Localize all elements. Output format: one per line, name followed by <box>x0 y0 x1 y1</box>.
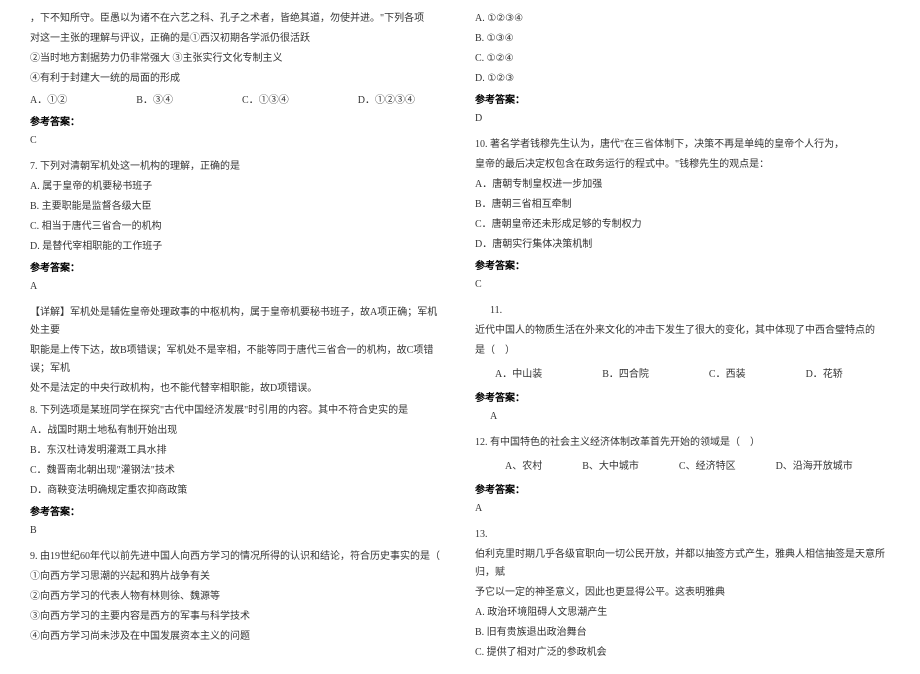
q8-answer: B <box>30 522 445 540</box>
q10-option-b: B．唐朝三省相互牵制 <box>475 196 890 214</box>
q8-option-a: A．战国时期土地私有制开始出现 <box>30 422 445 440</box>
q9-choice-c: C. ①②④ <box>475 50 890 68</box>
q8-question: 8. 下列选项是某班同学在探究"古代中国经济发展"时引用的内容。其中不符合史实的… <box>30 402 445 420</box>
q7-option-b: B. 主要职能是监督各级大臣 <box>30 198 445 216</box>
q12-question: 12. 有中国特色的社会主义经济体制改革首先开始的领域是（ ） <box>475 434 890 452</box>
q7-option-a: A. 属于皇帝的机要秘书班子 <box>30 178 445 196</box>
q7-option-c: C. 相当于唐代三省合一的机构 <box>30 218 445 236</box>
q10-question-1: 10. 著名学者钱穆先生认为，唐代"在三省体制下，决策不再是单纯的皇帝个人行为， <box>475 136 890 154</box>
q9-answer-label: 参考答案： <box>475 92 890 110</box>
q11-answer: A <box>475 408 890 426</box>
q8-option-b: B．东汉杜诗发明灌溉工具水排 <box>30 442 445 460</box>
q6-choice-c: C．①③④ <box>242 92 289 110</box>
q11-question-1: 近代中国人的物质生活在外来文化的冲击下发生了很大的变化，其中体现了中西合璧特点的 <box>475 322 890 340</box>
q7-answer-label: 参考答案： <box>30 260 445 278</box>
q6-choice-a: A．①② <box>30 92 67 110</box>
q7-option-d: D. 是替代宰相职能的工作班子 <box>30 238 445 256</box>
q9-option-2: ②向西方学习的代表人物有林则徐、魏源等 <box>30 588 445 606</box>
q12-answer-label: 参考答案： <box>475 482 890 500</box>
q8-answer-label: 参考答案： <box>30 504 445 522</box>
q9-option-3: ③向西方学习的主要内容是西方的军事与科学技术 <box>30 608 445 626</box>
q12-answer: A <box>475 500 890 518</box>
q9-answer: D <box>475 110 890 128</box>
q9-choice-b: B. ①③④ <box>475 30 890 48</box>
q13-question-2: 予它以一定的神圣意义，因此也更显得公平。这表明雅典 <box>475 584 890 602</box>
left-column: ，下不知所守。臣愚以为诸不在六艺之科、孔子之术者，皆绝其道，勿使并进。"下列各项… <box>30 10 445 664</box>
q6-text-2: 对这一主张的理解与评议，正确的是①西汉初期各学派仍很活跃 <box>30 30 445 48</box>
q6-answer-label: 参考答案： <box>30 114 445 132</box>
q6-choice-d: D．①②③④ <box>358 92 415 110</box>
q8-option-c: C．魏晋南北朝出现"灌钢法"技术 <box>30 462 445 480</box>
q12-choice-d: D、沿海开放城市 <box>776 458 853 476</box>
q6-option-4: ④有利于封建大一统的局面的形成 <box>30 70 445 88</box>
q7-answer: A <box>30 278 445 296</box>
q9-option-4: ④向西方学习尚未涉及在中国发展资本主义的问题 <box>30 628 445 646</box>
q12-choices: A、农村 B、大中城市 C、经济特区 D、沿海开放城市 <box>475 458 890 476</box>
q11-number: 11. <box>475 302 890 320</box>
q6-text-1: ，下不知所守。臣愚以为诸不在六艺之科、孔子之术者，皆绝其道，勿使并进。"下列各项 <box>30 10 445 28</box>
q10-option-d: D．唐朝实行集体决策机制 <box>475 236 890 254</box>
q12-choice-c: C、经济特区 <box>679 458 736 476</box>
q13-option-c: C. 提供了相对广泛的参政机会 <box>475 644 890 662</box>
q6-choice-b: B．③④ <box>136 92 173 110</box>
q13-option-b: B. 旧有贵族退出政治舞台 <box>475 624 890 642</box>
q8-option-d: D．商鞅变法明确规定重农抑商政策 <box>30 482 445 500</box>
q11-choices: A．中山装 B．四合院 C．西装 D．花轿 <box>475 366 890 384</box>
q9-choice-a: A. ①②③④ <box>475 10 890 28</box>
q6-choices: A．①② B．③④ C．①③④ D．①②③④ <box>30 92 445 110</box>
q10-option-a: A．唐朝专制皇权进一步加强 <box>475 176 890 194</box>
q13-option-a: A. 政治环境阻碍人文思潮产生 <box>475 604 890 622</box>
q9-question: 9. 由19世纪60年代以前先进中国人向西方学习的情况所得的认识和结论，符合历史… <box>30 548 445 566</box>
page-container: ，下不知所守。臣愚以为诸不在六艺之科、孔子之术者，皆绝其道，勿使并进。"下列各项… <box>0 0 920 674</box>
q6-option-2: ②当时地方割据势力仍非常强大 ③主张实行文化专制主义 <box>30 50 445 68</box>
q11-choice-d: D．花轿 <box>806 366 843 384</box>
q11-choice-b: B．四合院 <box>602 366 649 384</box>
q11-choice-a: A．中山装 <box>495 366 542 384</box>
q10-option-c: C．唐朝皇帝还未形成足够的专制权力 <box>475 216 890 234</box>
q6-answer: C <box>30 132 445 150</box>
q13-number: 13. <box>475 526 890 544</box>
q10-question-2: 皇帝的最后决定权包含在政务运行的程式中。"钱穆先生的观点是： <box>475 156 890 174</box>
q11-choice-c: C．西装 <box>709 366 746 384</box>
q11-answer-label: 参考答案： <box>475 390 890 408</box>
q12-choice-b: B、大中城市 <box>582 458 639 476</box>
q7-explain-2: 职能是上传下达，故B项错误；军机处不是宰相，不能等同于唐代三省合一的机构，故C项… <box>30 342 445 378</box>
q9-choice-d: D. ①②③ <box>475 70 890 88</box>
q9-option-1: ①向西方学习思潮的兴起和鸦片战争有关 <box>30 568 445 586</box>
q7-question: 7. 下列对清朝军机处这一机构的理解，正确的是 <box>30 158 445 176</box>
q10-answer: C <box>475 276 890 294</box>
q7-explain-3: 处不是法定的中央行政机构，也不能代替宰相职能，故D项错误。 <box>30 380 445 398</box>
q10-answer-label: 参考答案： <box>475 258 890 276</box>
q13-question-1: 伯利克里时期几乎各级官职向一切公民开放，并都以抽签方式产生，雅典人相信抽签是天意… <box>475 546 890 582</box>
q7-explain-1: 【详解】军机处是辅佐皇帝处理政事的中枢机构，属于皇帝机要秘书班子，故A项正确；军… <box>30 304 445 340</box>
right-column: A. ①②③④ B. ①③④ C. ①②④ D. ①②③ 参考答案： D 10.… <box>475 10 890 664</box>
q11-question-2: 是（ ） <box>475 342 890 360</box>
q12-choice-a: A、农村 <box>505 458 542 476</box>
